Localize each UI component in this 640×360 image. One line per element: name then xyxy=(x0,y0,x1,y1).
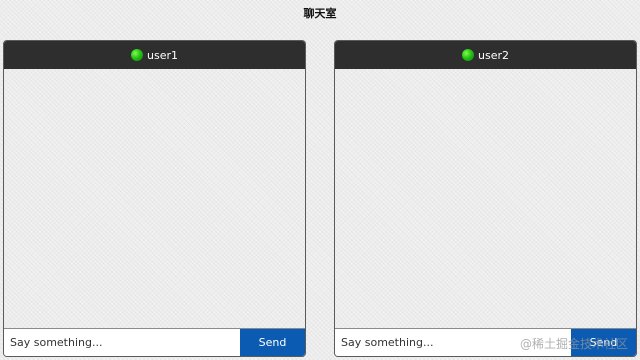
online-status-icon xyxy=(462,49,474,61)
chat-user-name: user1 xyxy=(147,48,178,62)
online-status-icon xyxy=(131,49,143,61)
chat-window-user1: user1 Send xyxy=(3,40,306,357)
chat-window-user2: user2 Send xyxy=(334,40,637,357)
message-list[interactable] xyxy=(4,69,305,329)
message-list[interactable] xyxy=(335,69,636,329)
send-button[interactable]: Send xyxy=(571,329,636,356)
chat-user-name: user2 xyxy=(478,48,509,62)
message-input[interactable] xyxy=(335,329,571,356)
message-input[interactable] xyxy=(4,329,240,356)
page-title: 聊天室 xyxy=(303,7,337,20)
chat-header: user2 xyxy=(335,41,636,69)
chat-header: user1 xyxy=(4,41,305,69)
message-input-row: Send xyxy=(335,328,636,356)
send-button[interactable]: Send xyxy=(240,329,305,356)
message-input-row: Send xyxy=(4,328,305,356)
